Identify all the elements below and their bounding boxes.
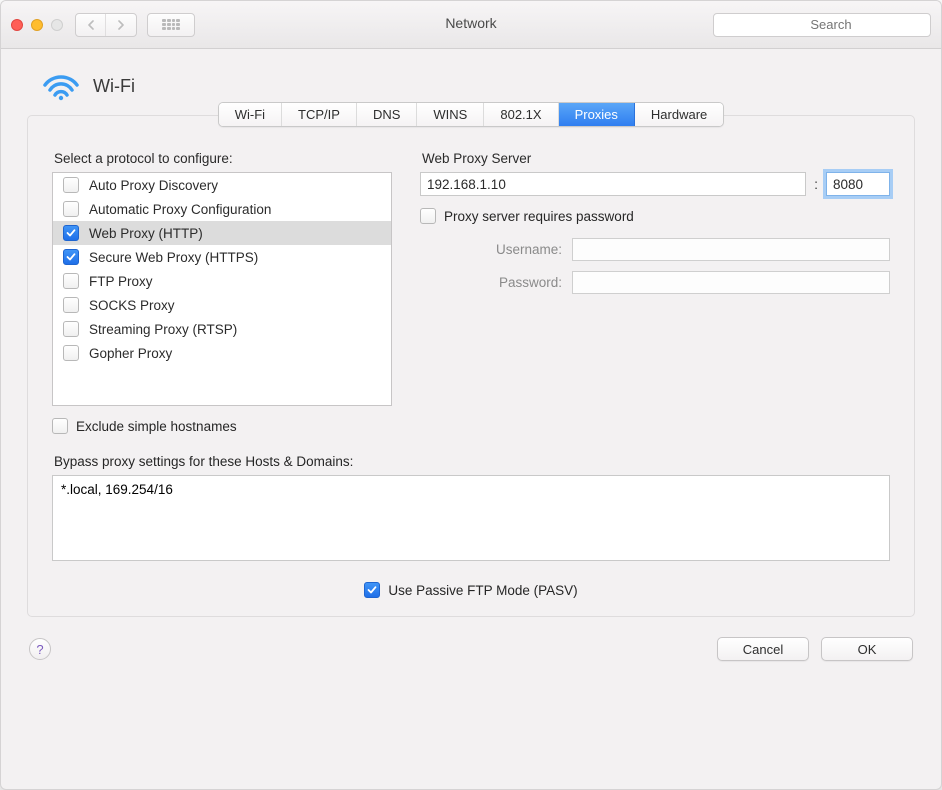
password-label: Password:: [444, 275, 562, 290]
cancel-button[interactable]: Cancel: [717, 637, 809, 661]
pane-title: Wi-Fi: [93, 76, 135, 97]
protocol-checkbox[interactable]: [63, 201, 79, 217]
bypass-label: Bypass proxy settings for these Hosts & …: [54, 454, 890, 469]
protocol-checkbox[interactable]: [63, 345, 79, 361]
nav-back-forward: [75, 13, 137, 37]
pasv-label: Use Passive FTP Mode (PASV): [388, 583, 577, 598]
protocol-label: Secure Web Proxy (HTTPS): [89, 250, 258, 265]
content-card: Wi-FiTCP/IPDNSWINS802.1XProxiesHardware …: [27, 115, 915, 617]
requires-password-label: Proxy server requires password: [444, 209, 634, 224]
tab-802-1x[interactable]: 802.1X: [484, 103, 558, 126]
protocol-label: SOCKS Proxy: [89, 298, 175, 313]
protocol-label: Web Proxy (HTTP): [89, 226, 203, 241]
server-section-label: Web Proxy Server: [422, 151, 890, 166]
titlebar: Network: [1, 1, 941, 49]
traffic-lights: [11, 19, 63, 31]
protocol-checkbox[interactable]: [63, 321, 79, 337]
protocol-row[interactable]: SOCKS Proxy: [53, 293, 391, 317]
exclude-simple-checkbox[interactable]: [52, 418, 68, 434]
back-button[interactable]: [76, 14, 106, 36]
search-input[interactable]: [713, 13, 931, 37]
protocol-row[interactable]: Web Proxy (HTTP): [53, 221, 391, 245]
show-all-button[interactable]: [147, 13, 195, 37]
requires-password-checkbox[interactable]: [420, 208, 436, 224]
pasv-checkbox[interactable]: [364, 582, 380, 598]
help-button[interactable]: ?: [29, 638, 51, 660]
protocol-row[interactable]: Gopher Proxy: [53, 341, 391, 365]
exclude-simple-label: Exclude simple hostnames: [76, 419, 237, 434]
host-port-separator: :: [814, 176, 818, 192]
password-input[interactable]: [572, 271, 890, 294]
footer: ? Cancel OK: [1, 633, 941, 677]
protocol-label: FTP Proxy: [89, 274, 153, 289]
protocol-row[interactable]: FTP Proxy: [53, 269, 391, 293]
wifi-icon: [41, 71, 81, 101]
protocol-label: Streaming Proxy (RTSP): [89, 322, 237, 337]
pane-header: Wi-Fi: [1, 49, 941, 109]
protocol-section-label: Select a protocol to configure:: [54, 151, 392, 166]
protocol-checkbox[interactable]: [63, 273, 79, 289]
protocol-checkbox[interactable]: [63, 249, 79, 265]
proxy-host-input[interactable]: [420, 172, 806, 196]
protocol-row[interactable]: Streaming Proxy (RTSP): [53, 317, 391, 341]
tab-wins[interactable]: WINS: [417, 103, 484, 126]
question-icon: ?: [36, 642, 43, 657]
protocol-list[interactable]: Auto Proxy Discovery Automatic Proxy Conf…: [52, 172, 392, 406]
tab-proxies[interactable]: Proxies: [559, 103, 635, 126]
ok-button[interactable]: OK: [821, 637, 913, 661]
grid-icon: [162, 19, 180, 31]
protocol-row[interactable]: Auto Proxy Discovery: [53, 173, 391, 197]
forward-button[interactable]: [106, 14, 136, 36]
protocol-label: Automatic Proxy Configuration: [89, 202, 271, 217]
tab-dns[interactable]: DNS: [357, 103, 417, 126]
username-label: Username:: [444, 242, 562, 257]
proxy-port-input[interactable]: [826, 172, 890, 196]
username-input[interactable]: [572, 238, 890, 261]
protocol-label: Auto Proxy Discovery: [89, 178, 218, 193]
close-button[interactable]: [11, 19, 23, 31]
tabs: Wi-FiTCP/IPDNSWINS802.1XProxiesHardware: [218, 102, 725, 127]
tab-tcp-ip[interactable]: TCP/IP: [282, 103, 357, 126]
protocol-checkbox[interactable]: [63, 177, 79, 193]
zoom-button[interactable]: [51, 19, 63, 31]
protocol-label: Gopher Proxy: [89, 346, 172, 361]
minimize-button[interactable]: [31, 19, 43, 31]
tab-hardware[interactable]: Hardware: [635, 103, 723, 126]
network-preferences-window: Network Wi-Fi Wi-FiTCP/IPDNSWINS802.1XPr…: [0, 0, 942, 790]
protocol-checkbox[interactable]: [63, 225, 79, 241]
protocol-checkbox[interactable]: [63, 297, 79, 313]
protocol-row[interactable]: Automatic Proxy Configuration: [53, 197, 391, 221]
tab-wi-fi[interactable]: Wi-Fi: [219, 103, 282, 126]
protocol-row[interactable]: Secure Web Proxy (HTTPS): [53, 245, 391, 269]
bypass-textarea[interactable]: [52, 475, 890, 561]
